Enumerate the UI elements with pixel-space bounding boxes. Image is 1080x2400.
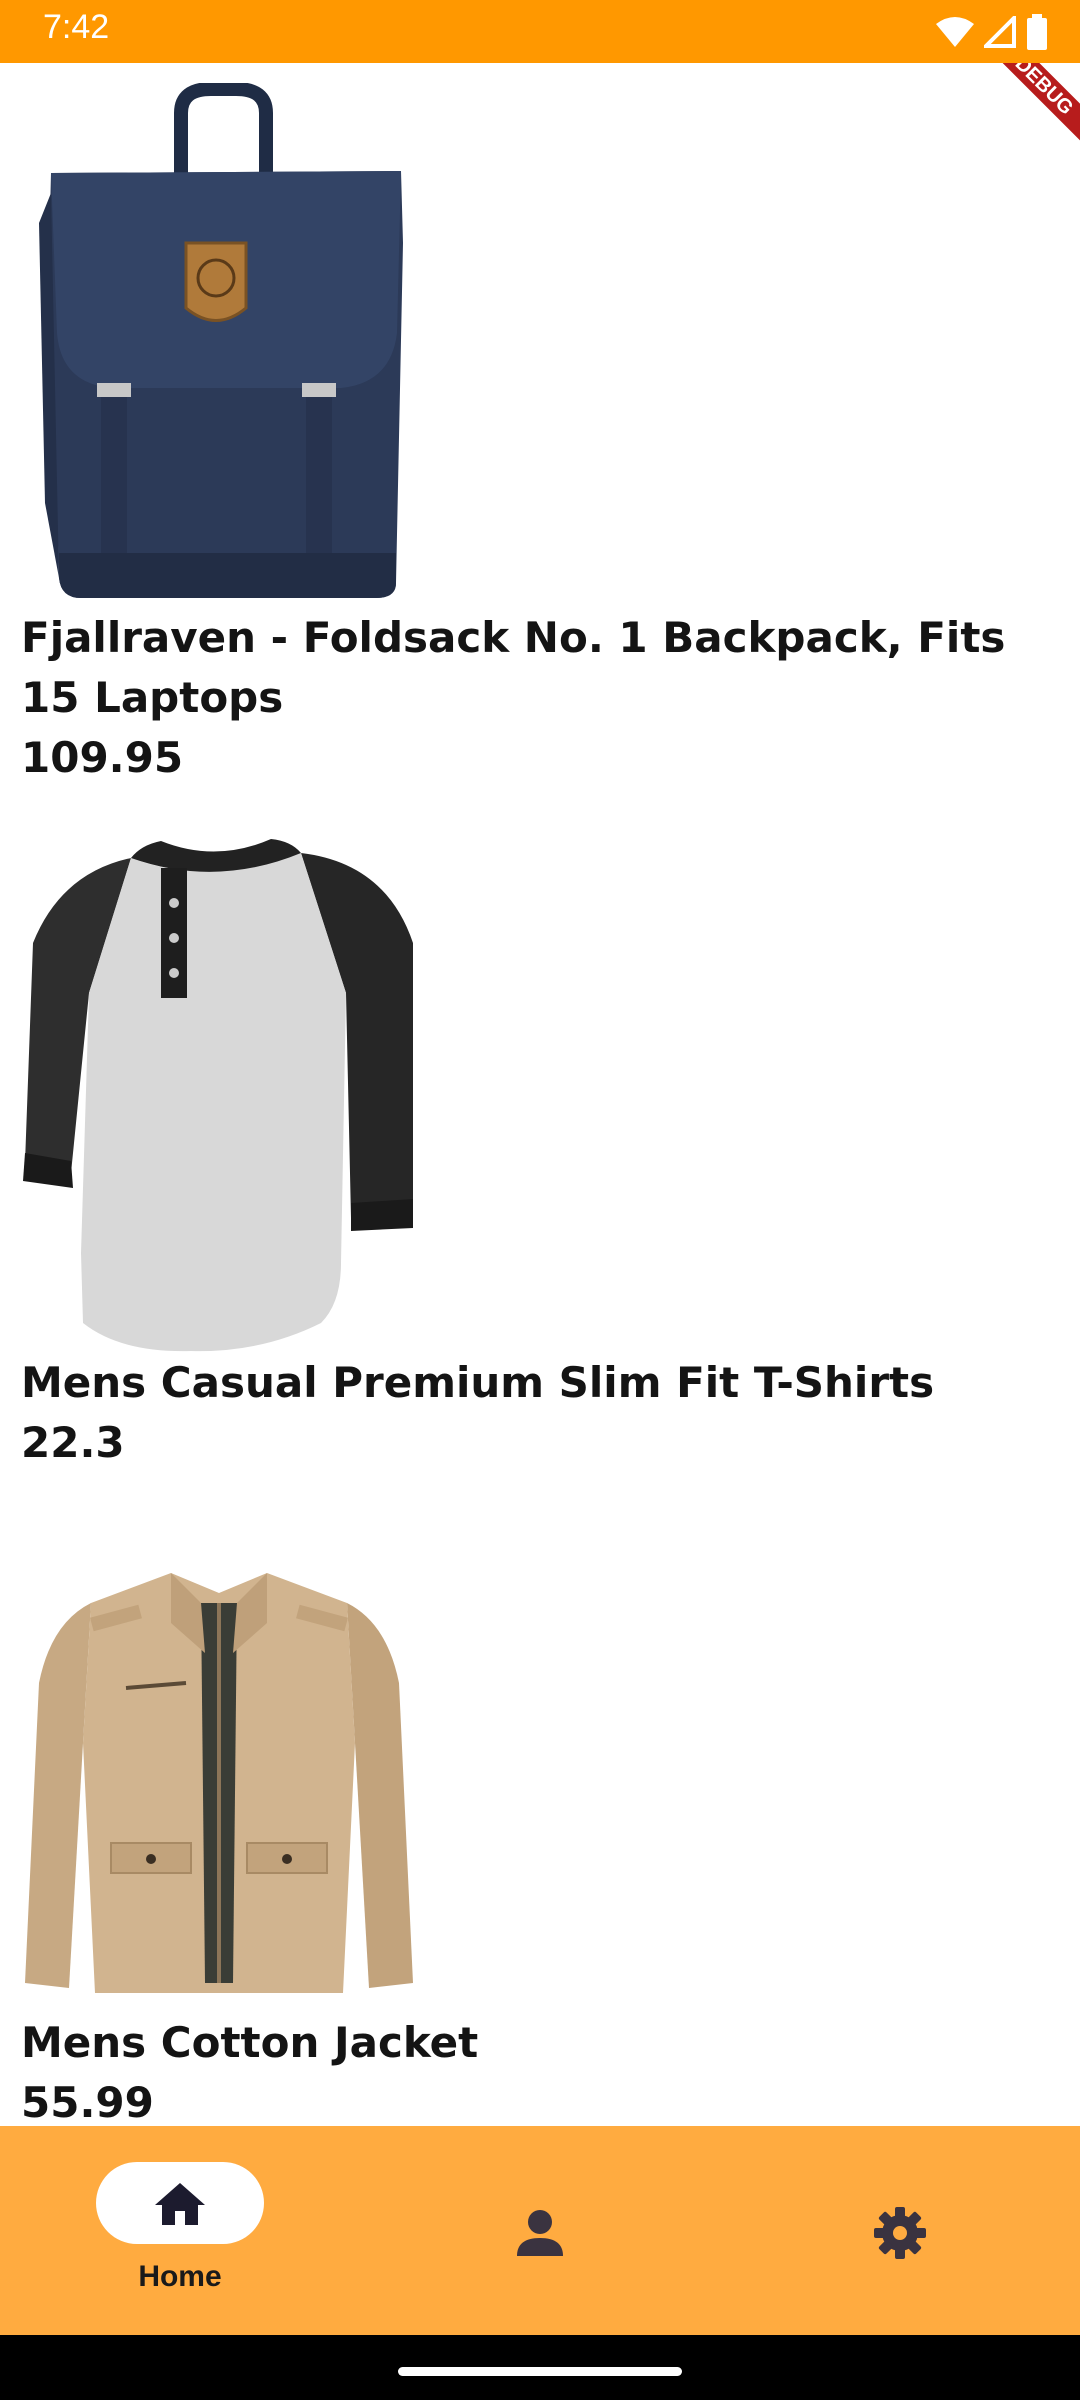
wifi-icon: [936, 17, 974, 47]
product-list[interactable]: Fjallraven - Foldsack No. 1 Backpack, Fi…: [0, 63, 1080, 2126]
home-gesture-handle[interactable]: [398, 2367, 682, 2376]
product-card[interactable]: Mens Cotton Jacket 55.99: [0, 1543, 1080, 2126]
product-image-jacket: [25, 1573, 413, 1993]
product-price: 109.95: [21, 733, 184, 782]
battery-icon: [1027, 14, 1047, 50]
nav-label-home: Home: [138, 2260, 222, 2293]
product-image-tshirt: [23, 839, 413, 1352]
product-card[interactable]: Mens Casual Premium Slim Fit T-Shirts 22…: [0, 823, 1080, 1523]
signal-icon: [984, 16, 1016, 48]
product-card[interactable]: Fjallraven - Foldsack No. 1 Backpack, Fi…: [0, 63, 1080, 803]
home-icon: [155, 2183, 205, 2225]
nav-item-settings[interactable]: [720, 2126, 1080, 2335]
product-price: 55.99: [21, 2078, 154, 2126]
gear-icon: [874, 2207, 926, 2259]
nav-item-home[interactable]: Home: [0, 2126, 360, 2335]
status-icons: [936, 12, 1048, 52]
person-icon: [517, 2210, 563, 2256]
product-image-backpack: [39, 83, 403, 598]
status-bar: 7:42: [0, 0, 1080, 63]
product-title: Fjallraven - Foldsack No. 1 Backpack, Fi…: [21, 613, 1006, 722]
bottom-navigation: Home: [0, 2126, 1080, 2335]
system-navigation-bar: [0, 2335, 1080, 2400]
status-time: 7:42: [43, 8, 110, 46]
nav-item-profile[interactable]: [360, 2126, 720, 2335]
product-title: Mens Casual Premium Slim Fit T-Shirts: [21, 1358, 935, 1407]
product-price: 22.3: [21, 1418, 125, 1467]
product-title: Mens Cotton Jacket: [21, 2018, 479, 2067]
